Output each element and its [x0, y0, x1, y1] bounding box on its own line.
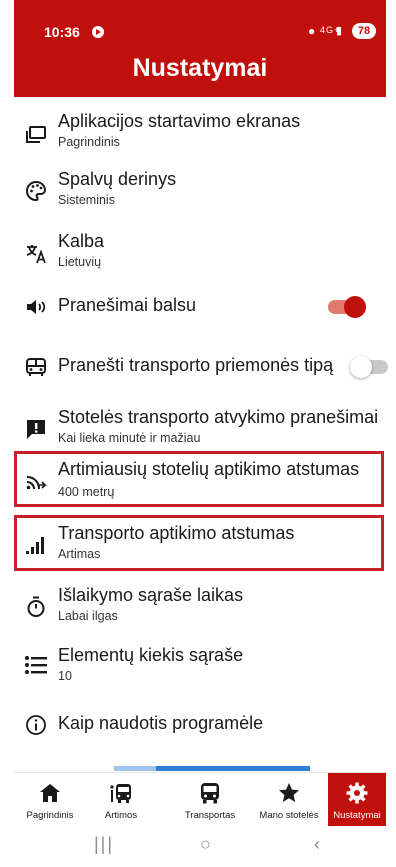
- scroll-indicator: [114, 766, 310, 771]
- nearby-bus-icon: [109, 781, 133, 805]
- bus-front-icon: [198, 781, 222, 805]
- setting-label: Pranešti transporto priemonės tipą: [58, 355, 334, 375]
- setting-label: Pranešimai balsu: [58, 295, 197, 315]
- nav-home[interactable]: Pagrindinis: [14, 773, 86, 827]
- info-icon: [24, 713, 48, 737]
- setting-value: Lietuvių: [58, 255, 102, 269]
- app-header: 10:36 ● 4G+ ▮ 78 Nustatymai: [14, 0, 386, 97]
- setting-announce-vehicle-type[interactable]: Pranešti transporto priemonės tipą: [14, 347, 388, 387]
- settings-icon: [345, 781, 369, 805]
- recent-apps-icon[interactable]: |||: [94, 834, 114, 855]
- setting-value: Labai ilgas: [58, 609, 118, 623]
- setting-value: Sisteminis: [58, 193, 115, 207]
- back-icon[interactable]: ‹: [314, 834, 320, 855]
- signal-icon: ▮: [336, 25, 343, 37]
- setting-value: 10: [58, 669, 72, 683]
- bus-icon: [24, 355, 48, 379]
- setting-transport-detection-distance[interactable]: Transporto aptikimo atstumas Artimas: [14, 519, 386, 571]
- palette-icon: [24, 179, 48, 203]
- nav-label: Transportas: [184, 810, 236, 821]
- setting-label: Elementų kiekis sąraše: [58, 645, 244, 665]
- window-icon: [24, 123, 48, 147]
- home-icon: [38, 781, 62, 805]
- nav-nearby[interactable]: Artimos: [86, 773, 156, 827]
- voice-notifications-toggle[interactable]: [328, 296, 366, 318]
- setting-value: 400 metrų: [58, 485, 115, 499]
- nav-label: Mano stotelės: [259, 810, 319, 821]
- setting-label: Išlaikymo sąraše laikas: [58, 585, 244, 605]
- nav-my-stops[interactable]: Mano stotelės: [252, 773, 326, 827]
- page-title: Nustatymai: [132, 54, 268, 82]
- setting-list-item-count[interactable]: Elementų kiekis sąraše 10: [14, 641, 386, 693]
- status-bar: 10:36 ● 4G+ ▮ 78: [14, 0, 386, 52]
- nav-transport[interactable]: Transportas: [172, 773, 248, 827]
- setting-list-retention-time[interactable]: Išlaikymo sąraše laikas Labai ilgas: [14, 581, 386, 633]
- speaker-icon: [24, 295, 48, 319]
- nav-label: Pagrindinis: [26, 810, 74, 821]
- setting-label: Spalvų derinys: [58, 169, 177, 189]
- home-circle-icon[interactable]: ○: [200, 834, 211, 855]
- alert-icon: [24, 417, 48, 441]
- announce-vehicle-type-toggle[interactable]: [350, 356, 388, 378]
- media-play-icon: [92, 26, 104, 38]
- setting-value: Artimas: [58, 547, 101, 561]
- system-nav-bar: ||| ○ ‹: [14, 826, 386, 867]
- bottom-nav: Pagrindinis Artimos Transportas Mano sto…: [14, 772, 386, 827]
- translate-icon: [24, 241, 48, 265]
- battery-level: 78: [352, 23, 376, 39]
- signal-bars-icon: [24, 533, 48, 557]
- list-icon: [24, 653, 48, 677]
- location-icon: ●: [308, 24, 316, 38]
- setting-arrival-notifications[interactable]: Stotelės transporto atvykimo pranešimai …: [14, 403, 386, 455]
- status-time: 10:36: [44, 24, 80, 40]
- setting-label: Aplikacijos startavimo ekranas: [58, 111, 301, 131]
- setting-how-to-use[interactable]: Kaip naudotis programėle: [14, 707, 386, 747]
- setting-label: Kaip naudotis programėle: [58, 713, 264, 733]
- setting-voice-notifications[interactable]: Pranešimai balsu: [14, 287, 386, 327]
- setting-start-screen[interactable]: Aplikacijos startavimo ekranas Pagrindin…: [14, 107, 386, 159]
- nav-label: Nustatymai: [333, 810, 381, 821]
- setting-value: Pagrindinis: [58, 135, 120, 149]
- star-icon: [277, 781, 301, 805]
- setting-value: Kai lieka minutė ir mažiau: [58, 431, 201, 445]
- cast-icon: [24, 469, 48, 493]
- setting-language[interactable]: Kalba Lietuvių: [14, 227, 386, 279]
- setting-label: Transporto aptikimo atstumas: [58, 523, 295, 543]
- setting-nearby-stops-distance[interactable]: Artimiausių stotelių aptikimo atstumas 4…: [14, 455, 386, 507]
- nav-settings[interactable]: Nustatymai: [328, 773, 386, 827]
- setting-color-scheme[interactable]: Spalvų derinys Sisteminis: [14, 165, 386, 217]
- timer-icon: [24, 595, 48, 619]
- setting-label: Kalba: [58, 231, 105, 251]
- nav-label: Artimos: [104, 810, 138, 821]
- setting-label: Artimiausių stotelių aptikimo atstumas: [58, 459, 360, 479]
- setting-label: Stotelės transporto atvykimo pranešimai: [58, 407, 379, 427]
